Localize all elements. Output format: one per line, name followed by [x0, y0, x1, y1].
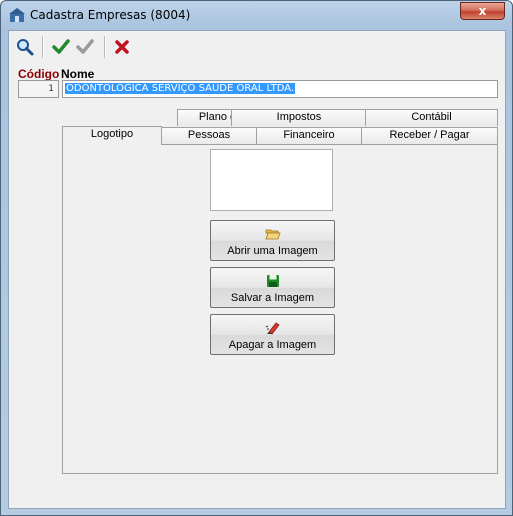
red-x-icon — [115, 40, 129, 54]
nome-field[interactable]: ODONTOLÓGICA SERVIÇO SAÚDE ORAL LTDA. — [62, 80, 498, 98]
app-icon — [9, 8, 25, 22]
floppy-disk-icon — [267, 275, 279, 287]
open-image-label: Abrir uma Imagem — [227, 245, 318, 257]
save-image-button[interactable]: Salvar a Imagem — [210, 267, 335, 308]
logotipo-panel: Abrir uma Imagem Salvar a Imagem Apagar … — [62, 144, 498, 474]
toolbar-separator — [104, 36, 106, 58]
tab-impostos[interactable]: Impostos — [231, 109, 367, 126]
folder-open-icon — [265, 229, 281, 240]
search-button[interactable] — [13, 35, 37, 59]
tab-pessoas[interactable]: Pessoas — [161, 127, 257, 144]
title-bar[interactable]: Cadastra Empresas (8004) x — [1, 1, 512, 29]
checkmark-green-icon — [52, 39, 70, 54]
close-button[interactable]: x — [460, 2, 505, 20]
tab-receber-pagar[interactable]: Receber / Pagar — [361, 127, 498, 144]
cancel-button[interactable] — [110, 35, 134, 59]
window-title: Cadastra Empresas (8004) — [30, 8, 191, 22]
checkmark-gray-icon — [76, 39, 94, 54]
toolbar-separator — [42, 36, 44, 58]
client-area: Código Nome 1 ODONTOLÓGICA SERVIÇO SAÚDE… — [8, 30, 506, 509]
confirm-button[interactable] — [49, 35, 73, 59]
confirm-disabled-button[interactable] — [73, 35, 97, 59]
nome-label: Nome — [61, 67, 95, 81]
open-image-button[interactable]: Abrir uma Imagem — [210, 220, 335, 261]
delete-image-button[interactable]: Apagar a Imagem — [210, 314, 335, 355]
tab-contabil[interactable]: Contábil — [365, 109, 498, 126]
save-image-label: Salvar a Imagem — [230, 292, 315, 304]
app-window: Cadastra Empresas (8004) x Código Nome 1… — [0, 0, 513, 516]
search-icon — [17, 39, 34, 56]
logo-image-box[interactable] — [210, 149, 333, 211]
codigo-field[interactable]: 1 — [18, 80, 59, 98]
tab-logotipo[interactable]: Logotipo — [62, 126, 162, 145]
eraser-pencil-icon — [265, 322, 280, 335]
toolbar — [9, 31, 505, 63]
codigo-label: Código — [18, 67, 60, 81]
nome-value: ODONTOLÓGICA SERVIÇO SAÚDE ORAL LTDA. — [65, 83, 296, 94]
tab-financeiro[interactable]: Financeiro — [256, 127, 362, 144]
delete-image-label: Apagar a Imagem — [228, 339, 317, 351]
